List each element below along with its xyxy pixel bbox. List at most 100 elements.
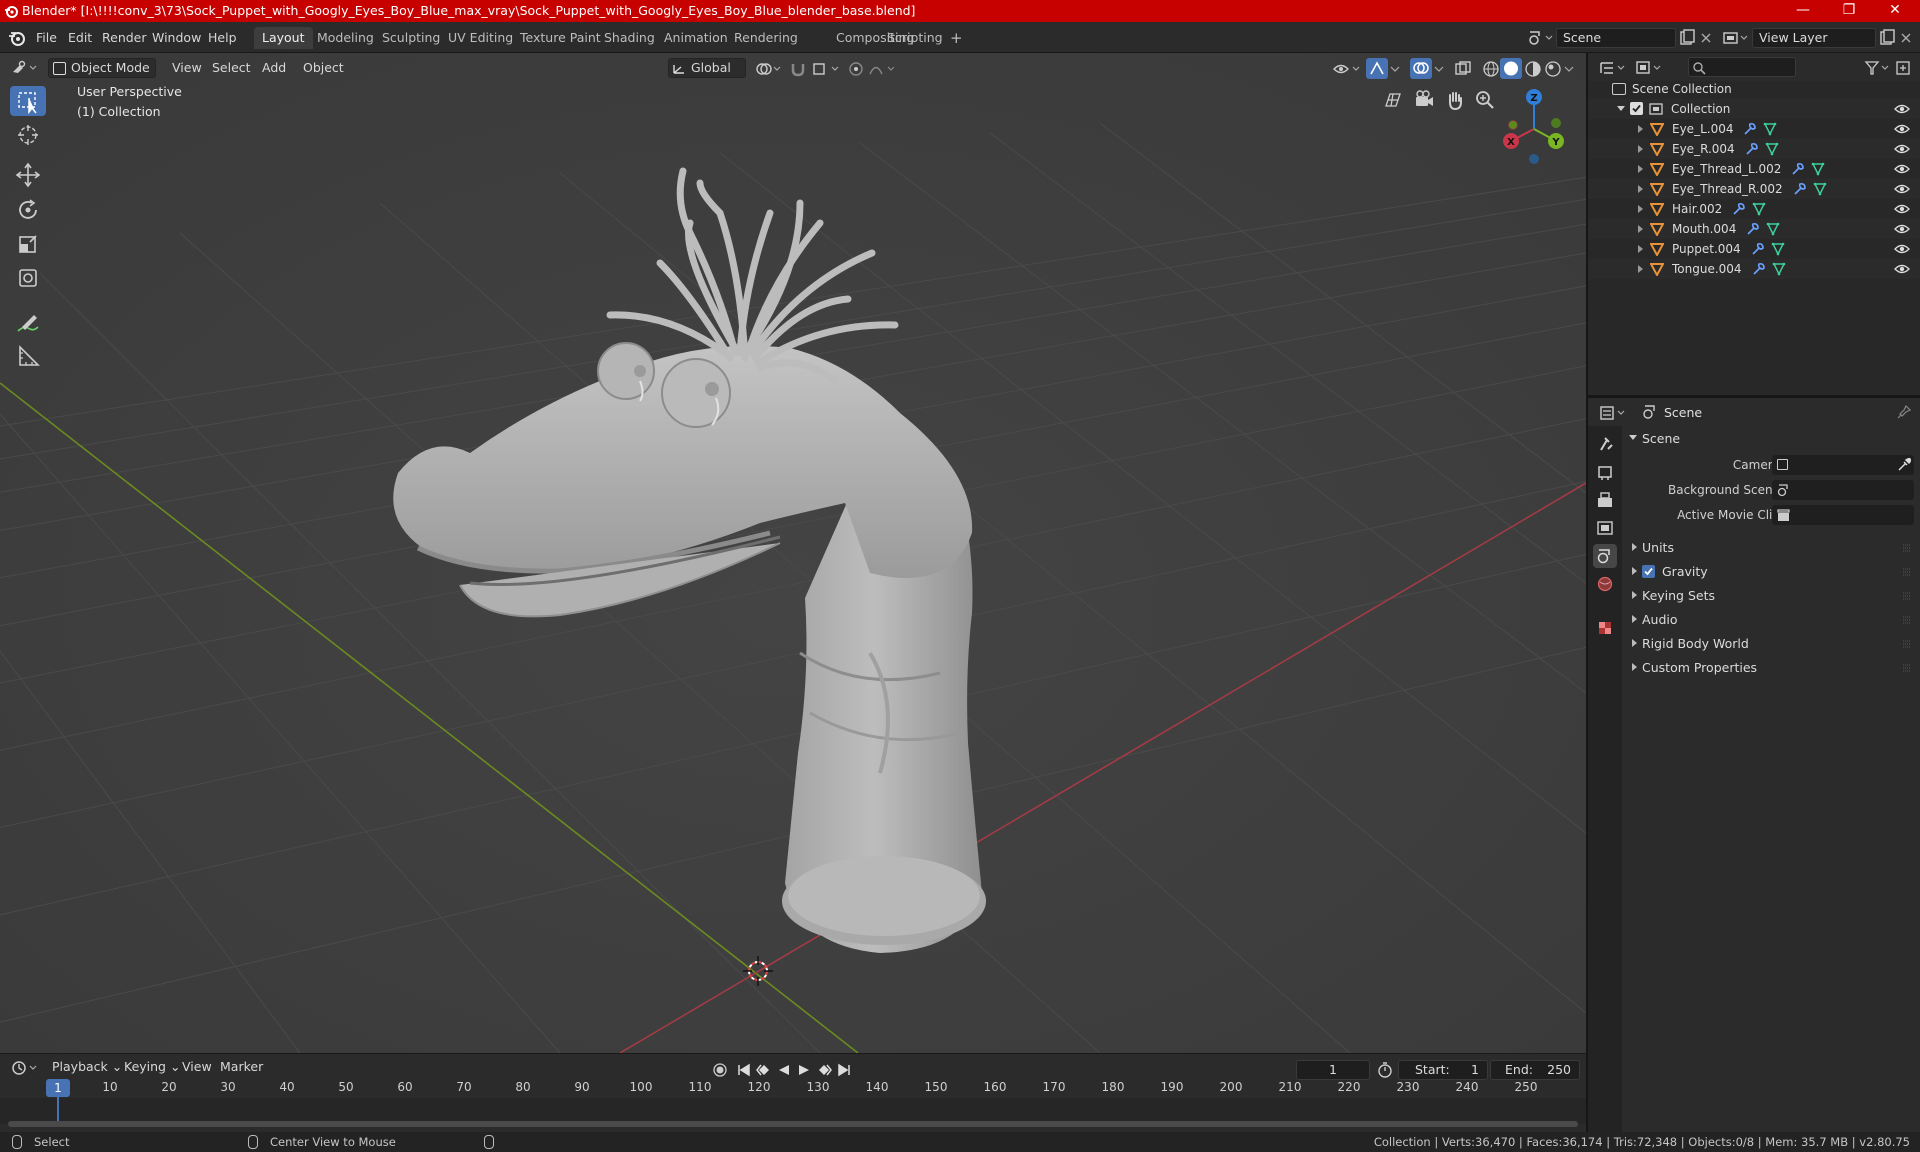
modifier-wrench-icon[interactable] <box>1746 222 1760 236</box>
background-scene-field[interactable] <box>1772 480 1914 500</box>
collection-row[interactable]: Collection <box>1588 99 1920 119</box>
solid-shading-icon[interactable] <box>1500 58 1522 79</box>
tab-uv-editing[interactable]: UV Editing <box>440 27 521 49</box>
new-collection-icon[interactable] <box>1894 59 1912 77</box>
panel-audio[interactable]: Audio <box>1626 609 1916 631</box>
timeline-scrollbar[interactable] <box>8 1121 1578 1127</box>
jump-start-icon[interactable] <box>736 1062 752 1078</box>
visibility-eye-icon[interactable] <box>1894 182 1910 196</box>
toggle-grid-view-icon[interactable] <box>1379 86 1407 114</box>
expand-arrow-icon[interactable] <box>1636 264 1644 274</box>
tab-animation[interactable]: Animation <box>656 27 736 49</box>
tab-texture-paint[interactable]: Texture Paint <box>512 27 609 49</box>
view-layer-tab[interactable] <box>1593 516 1617 540</box>
rotate-tool[interactable] <box>10 195 46 225</box>
play-icon[interactable] <box>796 1062 812 1078</box>
scene-icon[interactable] <box>1526 29 1554 47</box>
display-mode-icon[interactable] <box>1634 59 1664 77</box>
output-tab[interactable] <box>1593 488 1617 512</box>
outliner-item[interactable]: Tongue.004 <box>1588 259 1920 279</box>
menu-file[interactable]: File <box>30 28 63 48</box>
pan-view-icon[interactable] <box>1441 86 1469 114</box>
scene-field[interactable]: Scene <box>1556 28 1676 48</box>
material-shading-icon[interactable] <box>1524 60 1542 78</box>
modifier-wrench-icon[interactable] <box>1732 202 1746 216</box>
expand-arrow-icon[interactable] <box>1636 204 1644 214</box>
outliner-item[interactable]: Eye_R.004 <box>1588 139 1920 159</box>
tab-modeling[interactable]: Modeling <box>309 27 382 49</box>
panel-gravity[interactable]: Gravity <box>1626 561 1916 583</box>
scene-section-header[interactable]: Scene <box>1626 428 1916 450</box>
scene-collection-row[interactable]: Scene Collection <box>1588 79 1920 99</box>
menu-help[interactable]: Help <box>202 28 243 48</box>
panel-keying-sets[interactable]: Keying Sets <box>1626 585 1916 607</box>
gravity-checkbox[interactable] <box>1642 565 1655 578</box>
shading-dropdown-icon[interactable] <box>1562 61 1576 77</box>
overlays-dropdown-icon[interactable] <box>1432 61 1446 77</box>
outliner-item[interactable]: Mouth.004 <box>1588 219 1920 239</box>
select-box-tool[interactable] <box>10 86 46 116</box>
eyedropper-icon[interactable] <box>1896 457 1912 473</box>
end-frame-field[interactable]: End: 250 <box>1490 1060 1580 1080</box>
gizmo-dropdown-icon[interactable] <box>1388 61 1402 77</box>
wireframe-shading-icon[interactable] <box>1482 60 1500 78</box>
tab-sculpting[interactable]: Sculpting <box>374 27 448 49</box>
visibility-icon[interactable] <box>1332 61 1362 77</box>
tab-rendering[interactable]: Rendering <box>726 27 806 49</box>
expand-arrow-icon[interactable] <box>1636 144 1644 154</box>
tab-shading[interactable]: Shading <box>596 27 663 49</box>
visibility-eye-icon[interactable] <box>1894 222 1910 236</box>
start-frame-field[interactable]: Start: 1 <box>1398 1060 1488 1080</box>
camera-field[interactable] <box>1772 455 1914 475</box>
drag-handle-icon[interactable] <box>1902 567 1912 577</box>
active-movie-clip-field[interactable] <box>1772 505 1914 525</box>
remove-scene-icon[interactable] <box>1698 29 1714 47</box>
visibility-eye-icon[interactable] <box>1894 202 1910 216</box>
visibility-eye-icon[interactable] <box>1894 262 1910 276</box>
rendered-shading-icon[interactable] <box>1544 60 1562 78</box>
menu-marker[interactable]: Marker <box>214 1057 269 1077</box>
pivot-point-icon[interactable] <box>754 61 782 77</box>
cursor-tool[interactable] <box>10 120 46 150</box>
modifier-wrench-icon[interactable] <box>1791 162 1805 176</box>
menu-render[interactable]: Render <box>96 28 153 48</box>
snap-icon[interactable] <box>790 61 806 77</box>
mesh-data-icon[interactable] <box>1813 182 1827 196</box>
navigation-gizmo[interactable]: Z X Y <box>1494 83 1574 173</box>
viewport-scene[interactable] <box>0 53 1586 1053</box>
editor-type-icon[interactable] <box>10 59 40 77</box>
scene-tab[interactable] <box>1593 544 1617 568</box>
expand-arrow-icon[interactable] <box>1636 184 1644 194</box>
menu-view[interactable]: View <box>166 58 208 78</box>
mesh-data-icon[interactable] <box>1811 162 1825 176</box>
tab-scripting[interactable]: Scripting <box>879 27 951 49</box>
jump-end-icon[interactable] <box>836 1062 852 1078</box>
menu-window[interactable]: Window <box>146 28 207 48</box>
new-scene-icon[interactable] <box>1678 29 1696 47</box>
texture-tab[interactable] <box>1593 616 1617 640</box>
view-layer-icon[interactable] <box>1722 29 1750 47</box>
drag-handle-icon[interactable] <box>1902 591 1912 601</box>
stopwatch-icon[interactable] <box>1376 1061 1394 1079</box>
drag-handle-icon[interactable] <box>1902 639 1912 649</box>
mesh-data-icon[interactable] <box>1766 222 1780 236</box>
mesh-data-icon[interactable] <box>1771 242 1785 256</box>
proportional-edit-icon[interactable] <box>848 61 864 77</box>
measure-tool[interactable] <box>10 341 46 371</box>
outliner-item[interactable]: Eye_L.004 <box>1588 119 1920 139</box>
visibility-eye-icon[interactable] <box>1894 142 1910 156</box>
properties-editor-type-icon[interactable] <box>1598 404 1628 422</box>
maximize-button[interactable]: ❐ <box>1826 0 1872 22</box>
collection-checkbox[interactable] <box>1630 102 1643 115</box>
close-button[interactable]: ✕ <box>1872 0 1918 22</box>
filter-icon[interactable] <box>1864 59 1892 77</box>
new-view-layer-icon[interactable] <box>1878 29 1896 47</box>
panel-units[interactable]: Units <box>1626 537 1916 559</box>
menu-select[interactable]: Select <box>206 58 257 78</box>
tool-tab[interactable] <box>1593 432 1617 456</box>
camera-view-icon[interactable] <box>1410 86 1438 114</box>
modifier-wrench-icon[interactable] <box>1793 182 1807 196</box>
timeline-editor-type-icon[interactable] <box>10 1059 40 1077</box>
outliner-item[interactable]: Eye_Thread_L.002 <box>1588 159 1920 179</box>
xray-toggle-icon[interactable] <box>1454 60 1472 78</box>
